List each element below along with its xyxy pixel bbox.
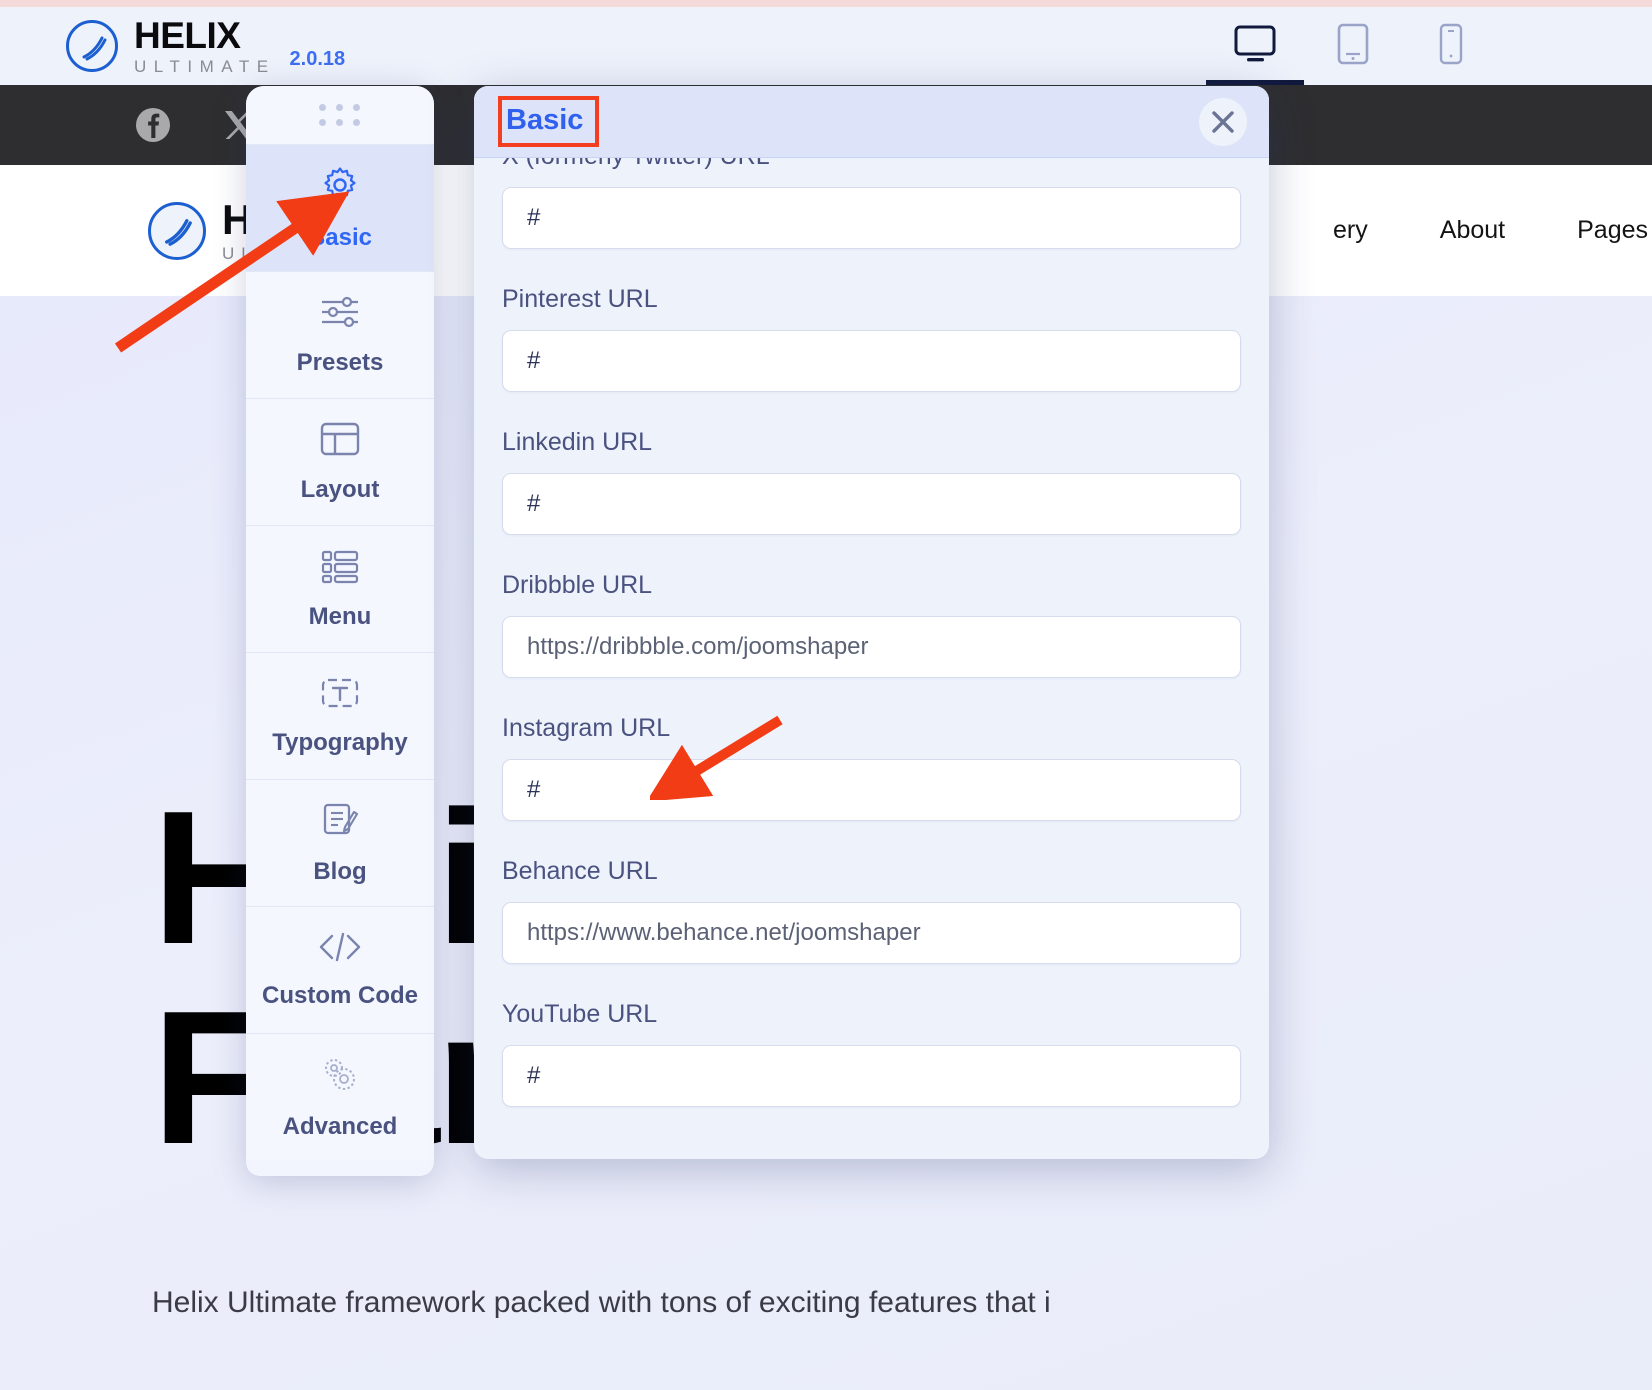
layout-icon (319, 421, 361, 462)
modal-body[interactable]: X (formerly Twitter) URL # Pinterest URL… (474, 158, 1269, 1159)
top-accent-strip (0, 0, 1652, 7)
instagram-url-input[interactable]: # (502, 759, 1241, 821)
sidebar-item-label: Custom Code (262, 981, 418, 1009)
device-tab-tablet[interactable] (1304, 7, 1402, 85)
advanced-gears-icon (318, 1054, 362, 1099)
nav-item-gallery[interactable]: ery (1333, 216, 1368, 245)
menu-list-icon (319, 548, 361, 589)
sidebar-item-custom-code[interactable]: Custom Code (246, 906, 434, 1033)
helix-brand-text: HELIX ULTIMATE (134, 17, 276, 75)
helix-admin-bar: HELIX ULTIMATE 2.0.18 (0, 7, 1652, 85)
sidebar-item-label: Basic (307, 223, 373, 251)
mobile-icon (1439, 23, 1463, 70)
gear-icon (320, 165, 360, 210)
sidebar-item-label: Menu (308, 602, 372, 630)
hero-paragraph: Helix Ultimate framework packed with ton… (152, 1286, 1051, 1319)
device-tab-mobile[interactable] (1402, 7, 1500, 85)
field-label: Dribbble URL (502, 571, 653, 599)
field-pinterest-url: Pinterest URL # (502, 285, 1241, 392)
sliders-icon (318, 294, 362, 335)
field-label: Behance URL (502, 857, 658, 885)
helix-brand: HELIX ULTIMATE 2.0.18 (66, 17, 345, 75)
sidebar-item-layout[interactable]: Layout (246, 398, 434, 525)
sidebar-item-typography[interactable]: Typography (246, 652, 434, 779)
helix-version-label: 2.0.18 (289, 48, 346, 70)
sidebar-item-basic[interactable]: Basic (246, 144, 434, 271)
behance-url-input[interactable]: https://www.behance.net/joomshaper (502, 902, 1241, 964)
typography-icon (319, 676, 361, 715)
sidebar-item-label: Advanced (282, 1112, 398, 1140)
field-label: X (formerly Twitter) URL (502, 158, 1241, 171)
field-label: Instagram URL (502, 714, 671, 742)
drag-dots-icon (318, 104, 362, 126)
desktop-icon (1233, 24, 1277, 69)
field-behance-url: Behance URL https://www.behance.net/joom… (502, 857, 1241, 964)
helix-settings-sidebar: Basic Presets Layout Menu Typography Blo… (246, 86, 434, 1176)
blog-edit-icon (320, 801, 360, 844)
basic-settings-modal: Basic X (formerly Twitter) URL # Pintere… (474, 86, 1269, 1159)
field-x-twitter-url: X (formerly Twitter) URL # (502, 158, 1241, 249)
helix-brand-subtitle: ULTIMATE (134, 57, 276, 76)
pinterest-url-input[interactable]: # (502, 330, 1241, 392)
drag-handle[interactable] (246, 86, 434, 144)
sidebar-item-blog[interactable]: Blog (246, 779, 434, 906)
sidebar-item-menu[interactable]: Menu (246, 525, 434, 652)
close-icon[interactable] (1199, 98, 1247, 146)
helix-logo-icon (66, 20, 118, 72)
sidebar-item-presets[interactable]: Presets (246, 271, 434, 398)
helix-brand-title: HELIX (134, 15, 241, 56)
field-label: Pinterest URL (502, 285, 658, 313)
device-tab-desktop[interactable] (1206, 7, 1304, 85)
sidebar-item-label: Layout (300, 475, 380, 503)
field-linkedin-url: Linkedin URL # (502, 428, 1241, 535)
sidebar-item-advanced[interactable]: Advanced (246, 1033, 434, 1160)
field-dribbble-url: Dribbble URL https://dribbble.com/joomsh… (502, 571, 1241, 678)
sidebar-item-label: Typography (272, 728, 408, 756)
nav-item-pages[interactable]: Pages (1577, 216, 1648, 245)
youtube-url-input[interactable]: # (502, 1045, 1241, 1107)
field-label: YouTube URL (502, 1000, 658, 1028)
sidebar-item-label: Presets (296, 348, 384, 376)
tablet-icon (1337, 23, 1369, 70)
field-youtube-url: YouTube URL # (502, 1000, 1241, 1107)
linkedin-url-input[interactable]: # (502, 473, 1241, 535)
field-label: Linkedin URL (502, 428, 653, 456)
modal-title: Basic (497, 96, 600, 147)
field-instagram-url: Instagram URL # (502, 714, 1241, 821)
facebook-icon[interactable] (133, 105, 173, 145)
site-logo-icon (148, 201, 206, 260)
nav-item-about[interactable]: About (1440, 216, 1505, 245)
dribbble-url-input[interactable]: https://dribbble.com/joomshaper (502, 616, 1241, 678)
site-nav: ery About Pages (1333, 216, 1652, 245)
modal-header: Basic (474, 86, 1269, 158)
device-preview-tabs (1206, 7, 1500, 85)
sidebar-item-label: Blog (313, 857, 367, 885)
code-icon (317, 931, 363, 968)
x-twitter-url-input[interactable]: # (502, 187, 1241, 249)
